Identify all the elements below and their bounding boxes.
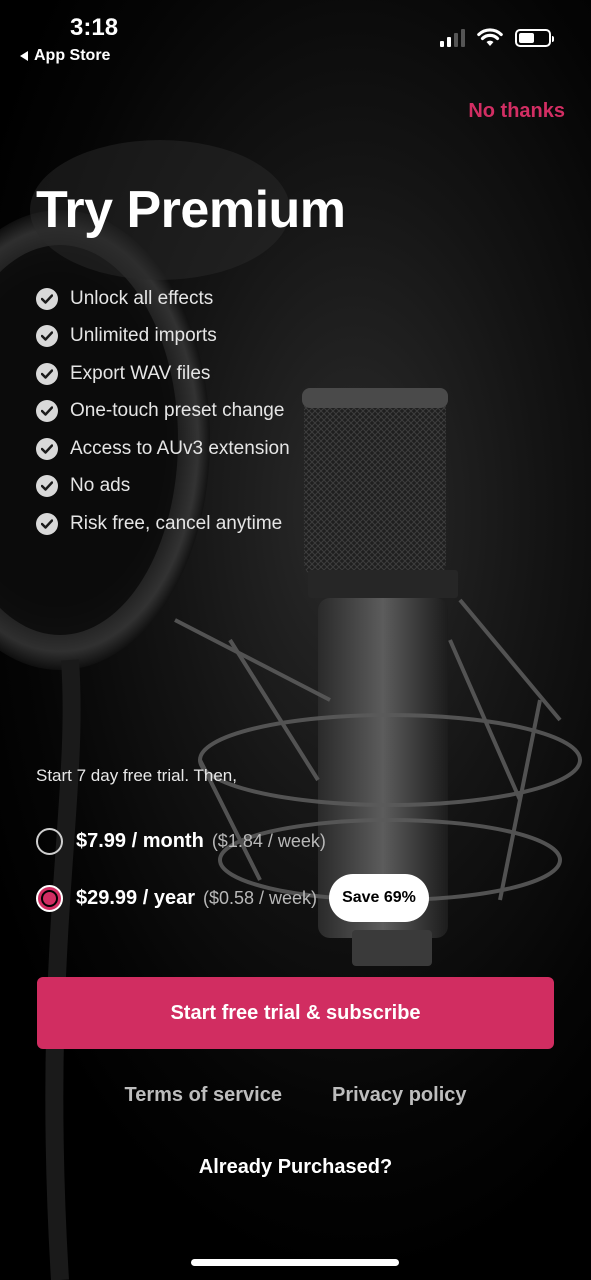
terms-of-service-link[interactable]: Terms of service (124, 1084, 282, 1107)
check-circle-icon (36, 325, 58, 348)
check-circle-icon (36, 437, 58, 460)
save-badge: Save 69% (329, 874, 429, 922)
plan-price: $7.99 / month (76, 830, 204, 852)
status-bar: 3:18 App Store (0, 0, 591, 80)
restore-purchase-link[interactable]: Already Purchased? (0, 1156, 591, 1179)
feature-label: Unlimited imports (70, 325, 217, 347)
feature-label: Export WAV files (70, 362, 211, 384)
cellular-signal-icon (440, 29, 465, 47)
plan-option-monthly[interactable]: $7.99 / month ($1.84 / week) (36, 828, 326, 855)
check-circle-icon (36, 287, 58, 310)
plan-weekly-price: ($1.84 / week) (211, 831, 326, 851)
feature-item: Unlimited imports (36, 318, 290, 356)
status-icons (440, 28, 554, 48)
check-circle-icon (36, 475, 58, 498)
back-label: App Store (34, 47, 111, 64)
feature-item: Export WAV files (36, 355, 290, 393)
trial-intro-text: Start 7 day free trial. Then, (36, 766, 237, 785)
feature-list: Unlock all effects Unlimited imports Exp… (36, 280, 290, 543)
feature-label: Access to AUv3 extension (70, 437, 290, 459)
no-thanks-button[interactable]: No thanks (468, 100, 565, 123)
wifi-icon (477, 28, 503, 46)
back-to-app-store-link[interactable]: App Store (20, 47, 110, 65)
status-time: 3:18 (70, 14, 119, 41)
feature-label: Risk free, cancel anytime (70, 512, 283, 534)
privacy-policy-link[interactable]: Privacy policy (332, 1084, 467, 1107)
feature-item: No ads (36, 468, 290, 506)
feature-label: Unlock all effects (70, 287, 214, 309)
plan-option-yearly[interactable]: $29.99 / year ($0.58 / week) Save 69% (36, 874, 429, 922)
page-title: Try Premium (36, 181, 346, 239)
legal-links: Terms of service Privacy policy (0, 1084, 591, 1107)
radio-selected-icon[interactable] (36, 884, 63, 912)
home-indicator[interactable] (191, 1259, 399, 1266)
plan-weekly-price: ($0.58 / week) (203, 887, 318, 908)
check-circle-icon (36, 400, 58, 423)
plan-price: $29.99 / year (76, 886, 195, 909)
check-circle-icon (36, 362, 58, 385)
feature-label: One-touch preset change (70, 400, 285, 422)
battery-icon (515, 29, 554, 47)
feature-item: Risk free, cancel anytime (36, 505, 290, 543)
radio-unselected-icon[interactable] (36, 828, 63, 855)
back-arrow-icon (20, 51, 28, 61)
feature-item: Access to AUv3 extension (36, 430, 290, 468)
start-trial-button[interactable]: Start free trial & subscribe (37, 977, 554, 1049)
feature-item: Unlock all effects (36, 280, 290, 318)
check-circle-icon (36, 512, 58, 535)
feature-item: One-touch preset change (36, 393, 290, 431)
feature-label: No ads (70, 475, 131, 497)
